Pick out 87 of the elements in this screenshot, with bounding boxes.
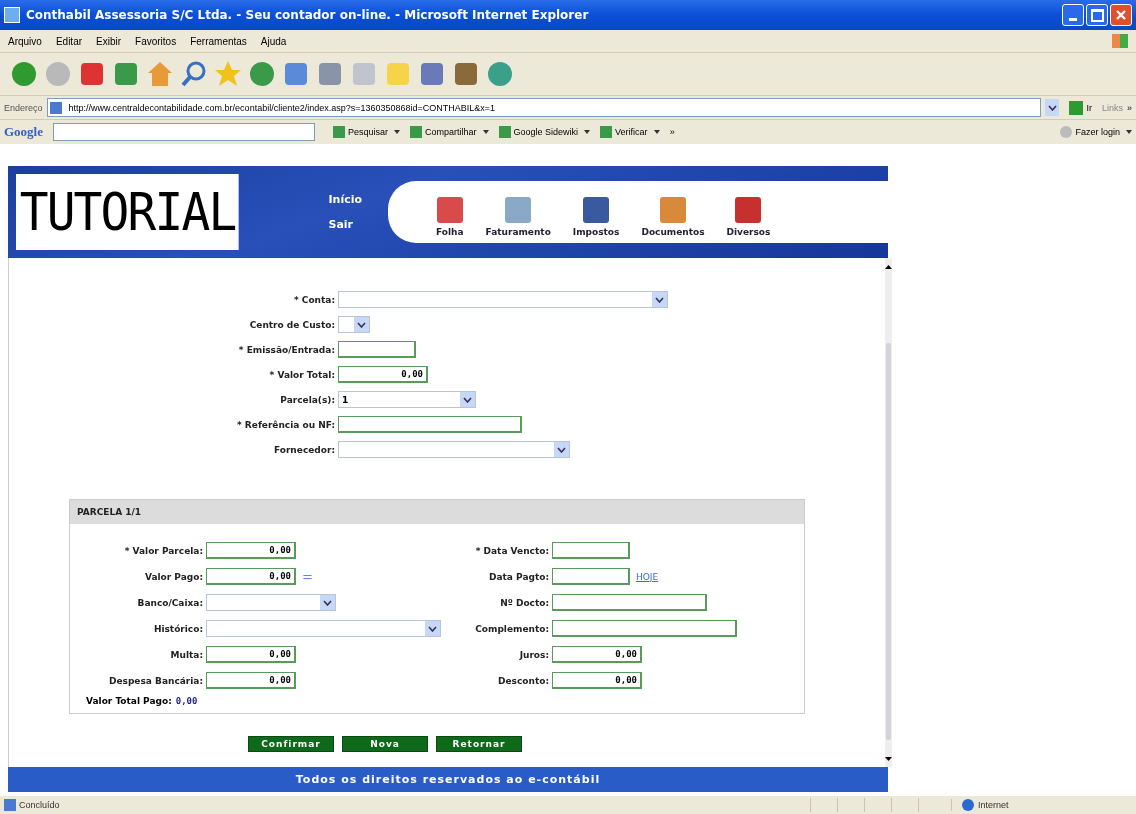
- action-button[interactable]: Confirmar: [248, 736, 334, 752]
- window-title: Conthabil Assessoria S/C Ltda. - Seu contador on-line. - Microsoft Internet Explorer: [26, 8, 590, 22]
- field-label: * Referência ou NF:: [236, 419, 335, 430]
- login-button[interactable]: Fazer login: [1060, 126, 1132, 138]
- action-button[interactable]: Retornar: [436, 736, 522, 752]
- input-field[interactable]: 0,00: [206, 542, 296, 559]
- menu-item[interactable]: Arquivo: [8, 35, 42, 47]
- maximize-button[interactable]: [1086, 4, 1108, 26]
- action-button[interactable]: Nova: [342, 736, 428, 752]
- caret-icon: [1126, 130, 1132, 134]
- menu-item[interactable]: Favoritos: [135, 35, 177, 47]
- field-label: Fornecedor:: [272, 444, 335, 455]
- input-field[interactable]: [552, 542, 630, 559]
- footer-text: Todos os direitos reservados ao e-contábil: [295, 773, 601, 786]
- today-link[interactable]: HOJE: [636, 571, 659, 582]
- close-icon: [1115, 9, 1127, 21]
- search-icon[interactable]: [180, 60, 208, 88]
- field-label: Nº Docto:: [499, 597, 549, 608]
- nav-item[interactable]: Impostos: [572, 197, 620, 237]
- address-field[interactable]: http://www.centraldecontabilidade.com.br/econtabil/cliente2/index.asp?s=1360350868id=CONTHABIL&x=1: [46, 98, 1042, 117]
- total-value: 0,00: [175, 696, 198, 706]
- menu-item[interactable]: Exibir: [96, 35, 122, 47]
- caret-icon: [584, 130, 591, 134]
- field-label: * Conta:: [293, 294, 335, 305]
- field-label: Data Pagto:: [488, 571, 549, 582]
- field-label: Banco/Caixa:: [136, 597, 203, 608]
- more-button[interactable]: »: [1127, 102, 1132, 113]
- input-field[interactable]: 0,00: [206, 672, 296, 689]
- toolbar-item[interactable]: Google Sidewiki: [498, 126, 591, 138]
- input-field[interactable]: [552, 620, 737, 637]
- caret-icon: [394, 130, 401, 134]
- caret-icon: [482, 130, 489, 134]
- google-search-field[interactable]: [53, 123, 315, 141]
- status-text: Concluído: [4, 799, 810, 811]
- field-label: * Valor Total:: [268, 369, 335, 380]
- field-label: Centro de Custo:: [248, 319, 335, 330]
- security-zone: Internet: [951, 799, 1132, 811]
- nav-item[interactable]: Documentos: [641, 197, 705, 237]
- star-icon[interactable]: [214, 60, 242, 88]
- select-field[interactable]: [206, 620, 441, 637]
- home-icon[interactable]: [146, 60, 174, 88]
- input-field[interactable]: 0,00: [338, 366, 428, 383]
- nav-link[interactable]: Sair: [328, 218, 362, 231]
- toolbar-item[interactable]: Verificar: [600, 126, 660, 138]
- input-field[interactable]: 0,00: [206, 646, 296, 663]
- go-button[interactable]: Ir: [1063, 100, 1098, 115]
- toolbar-item[interactable]: Compartilhar: [410, 126, 489, 138]
- input-field[interactable]: [338, 416, 522, 433]
- select-field[interactable]: [338, 291, 668, 308]
- nav-link[interactable]: Início: [328, 193, 362, 206]
- select-field[interactable]: [206, 594, 336, 611]
- menu-item[interactable]: Ajuda: [260, 35, 287, 47]
- field-label: * Data Vencto:: [474, 545, 549, 556]
- menu-item[interactable]: Ferramentas: [190, 35, 247, 47]
- menu-item[interactable]: Editar: [55, 35, 83, 47]
- input-field[interactable]: [552, 568, 630, 585]
- field-label: Valor Pago:: [143, 571, 203, 582]
- field-label: Histórico:: [152, 623, 203, 634]
- google-logo: Google: [4, 124, 43, 140]
- input-field[interactable]: 0,00: [552, 646, 642, 663]
- caret-icon: [653, 130, 660, 134]
- site-logo: TUTORIAL: [16, 174, 240, 250]
- field-label: Multa:: [169, 649, 203, 660]
- select-field[interactable]: [338, 441, 570, 458]
- field-label: Complemento:: [474, 623, 549, 634]
- nav-item[interactable]: Faturamento: [485, 197, 551, 237]
- field-label: Despesa Bancária:: [108, 675, 203, 686]
- input-field[interactable]: 0,00: [206, 568, 296, 585]
- toolbar-item[interactable]: Pesquisar: [333, 126, 401, 138]
- field-label: * Emissão/Entrada:: [237, 344, 335, 355]
- select-field[interactable]: 1: [338, 391, 476, 408]
- more-button[interactable]: »: [669, 127, 675, 137]
- address-label: Endereço: [4, 102, 43, 113]
- field-label: * Valor Parcela:: [123, 545, 203, 556]
- close-button[interactable]: [1110, 4, 1132, 26]
- section-header: PARCELA 1/1: [70, 500, 804, 524]
- input-field[interactable]: [338, 341, 416, 358]
- input-field[interactable]: 0,00: [552, 672, 642, 689]
- select-field[interactable]: [338, 316, 370, 333]
- input-field[interactable]: [552, 594, 707, 611]
- scrollbar[interactable]: [885, 258, 892, 767]
- field-label: Parcela(s):: [279, 394, 335, 405]
- field-label: Desconto:: [497, 675, 549, 686]
- field-label: Juros:: [518, 649, 549, 660]
- total-label: Valor Total Pago:: [86, 696, 172, 706]
- nav-item[interactable]: Diversos: [726, 197, 771, 237]
- minimize-button[interactable]: [1062, 4, 1084, 26]
